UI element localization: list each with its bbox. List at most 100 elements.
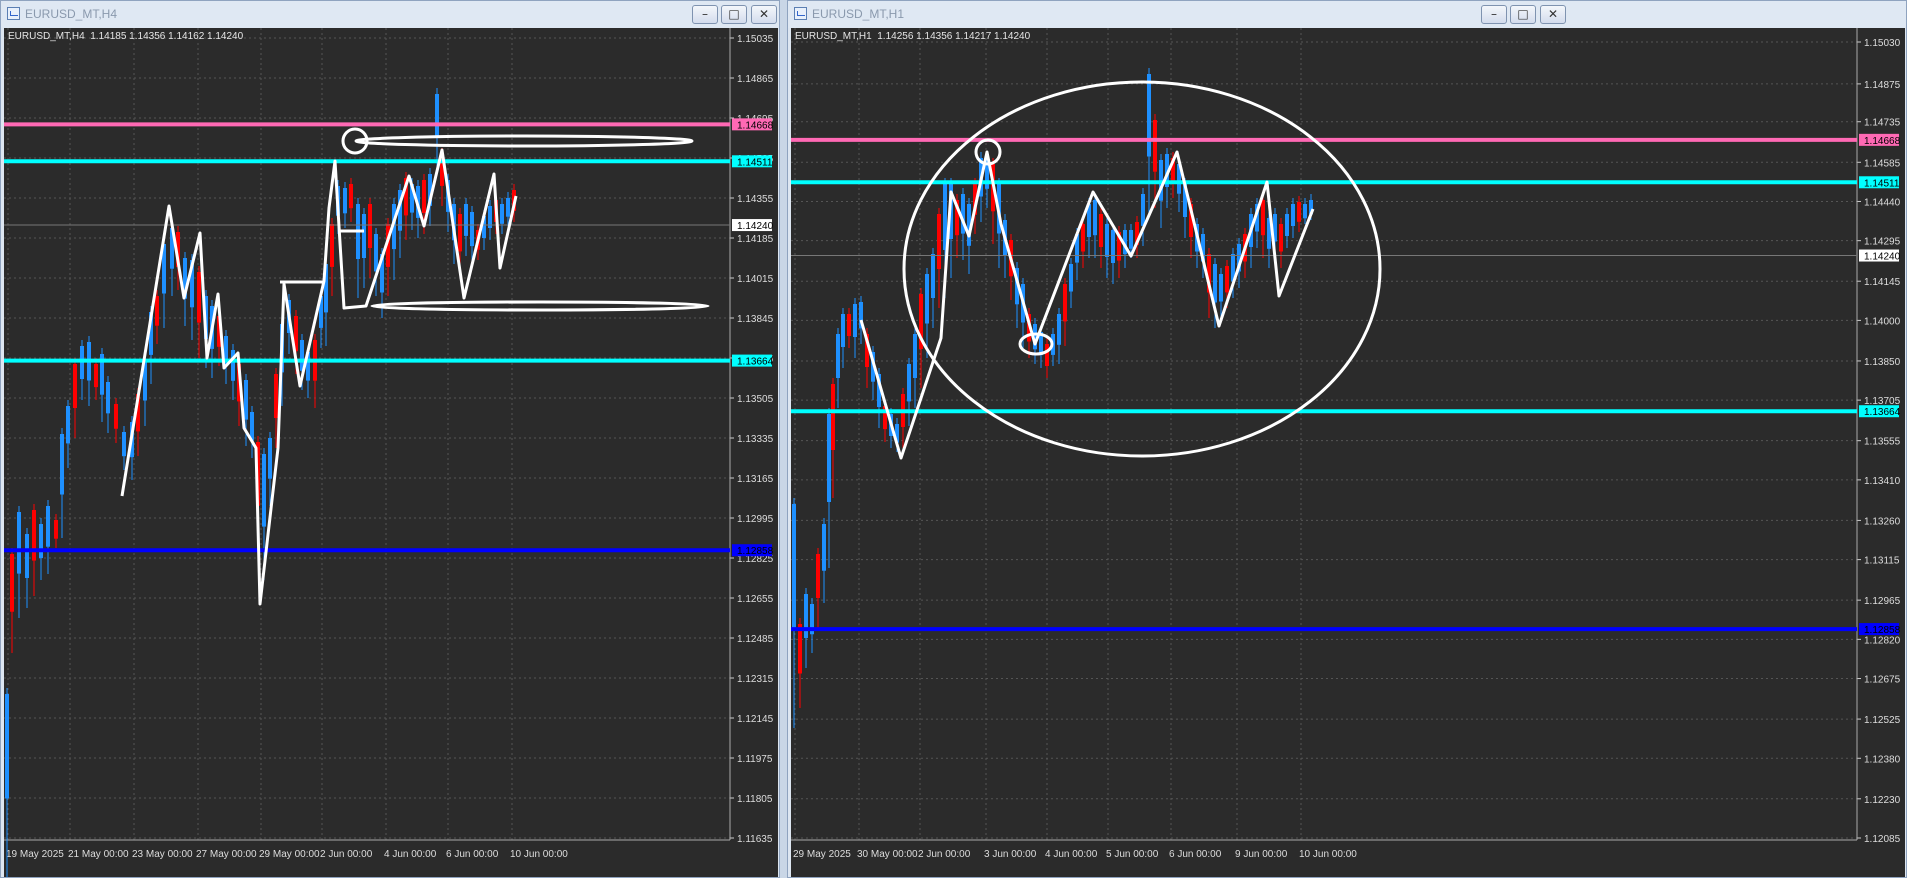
candle-body bbox=[792, 504, 796, 631]
candle-body bbox=[1111, 230, 1115, 263]
time-tick-label: 19 May 2025 bbox=[6, 849, 64, 860]
candle-body bbox=[155, 296, 159, 326]
candle-body bbox=[847, 314, 851, 336]
price-tick-label: 1.12485 bbox=[737, 634, 774, 645]
price-tick-label: 1.11975 bbox=[737, 754, 773, 765]
ellipse-drawing bbox=[354, 134, 694, 148]
candle-body bbox=[66, 406, 70, 444]
minimize-button[interactable]: – bbox=[1481, 5, 1507, 24]
candle-body bbox=[1153, 120, 1157, 172]
candle-body bbox=[262, 454, 266, 527]
level-price-label: 1.14511 bbox=[1864, 178, 1900, 189]
title-bar[interactable]: EURUSD_MT,H1 – □ ✕ bbox=[788, 1, 1906, 28]
price-tick-label: 1.12525 bbox=[1864, 715, 1901, 726]
maximize-button[interactable]: □ bbox=[1510, 5, 1536, 24]
candle-body bbox=[1081, 224, 1085, 252]
ellipse-drawing bbox=[370, 300, 710, 312]
time-tick-label: 10 Jun 00:00 bbox=[1299, 849, 1357, 860]
level-price-label: 1.13664 bbox=[1864, 407, 1901, 418]
candle-body bbox=[1063, 284, 1067, 322]
candle-body bbox=[422, 180, 426, 213]
candle-body bbox=[1057, 314, 1061, 345]
candle-body bbox=[39, 524, 43, 559]
candle-body bbox=[836, 334, 840, 378]
price-tick-label: 1.11805 bbox=[737, 794, 773, 805]
candle-body bbox=[362, 214, 366, 258]
candle-body bbox=[827, 414, 831, 502]
time-tick-label: 29 May 2025 bbox=[793, 849, 851, 860]
current-price-label: 1.14240 bbox=[1864, 252, 1901, 263]
price-tick-label: 1.13260 bbox=[1864, 516, 1901, 527]
level-price-label: 1.12858 bbox=[1864, 625, 1901, 636]
candle-body bbox=[374, 234, 378, 272]
candle-body bbox=[10, 554, 14, 612]
time-tick-label: 6 Jun 00:00 bbox=[1169, 849, 1222, 860]
price-tick-label: 1.14585 bbox=[1864, 158, 1901, 169]
close-button[interactable]: ✕ bbox=[1540, 5, 1566, 24]
candle-body bbox=[244, 380, 248, 420]
candle-body bbox=[114, 404, 118, 429]
candle-body bbox=[1219, 274, 1223, 302]
candle-body bbox=[925, 274, 929, 324]
candle-body bbox=[343, 188, 347, 214]
candle-body bbox=[17, 512, 21, 574]
candle-body bbox=[1093, 200, 1097, 236]
chart-canvas[interactable]: 1.150351.148651.146951.145251.143551.141… bbox=[4, 28, 778, 877]
price-tick-label: 1.12145 bbox=[737, 714, 774, 725]
candle-body bbox=[1303, 204, 1307, 219]
chart-window-h1[interactable]: EURUSD_MT,H1 – □ ✕ 1.15030 1.14875 1.14735… bbox=[787, 0, 1907, 878]
candle-body bbox=[1147, 74, 1151, 157]
price-tick-label: 1.13410 bbox=[1864, 476, 1901, 487]
candle-body bbox=[231, 350, 235, 381]
price-tick-label: 1.13335 bbox=[737, 434, 774, 445]
level-price-label: 1.14668 bbox=[737, 120, 774, 131]
candle-body bbox=[1105, 224, 1109, 257]
candle-body bbox=[1045, 344, 1049, 366]
maximize-button[interactable]: □ bbox=[721, 5, 747, 24]
minimize-button[interactable]: – bbox=[692, 5, 718, 24]
candle-body bbox=[349, 184, 353, 209]
minimize-icon: – bbox=[702, 7, 708, 21]
time-tick-label: 27 May 00:00 bbox=[196, 849, 257, 860]
candle-body bbox=[1291, 204, 1295, 226]
level-price-label: 1.12858 bbox=[737, 546, 774, 557]
close-icon: ✕ bbox=[1547, 7, 1559, 21]
price-tick-label: 1.13115 bbox=[1864, 556, 1900, 567]
candle-body bbox=[470, 212, 474, 247]
time-tick-label: 9 Jun 00:00 bbox=[1235, 849, 1288, 860]
chart-window-h4[interactable]: EURUSD_MT,H4 – □ ✕ 1.150351.148651.14695… bbox=[0, 0, 780, 878]
price-tick-label: 1.11635 bbox=[737, 834, 773, 845]
candle-body bbox=[907, 364, 911, 402]
close-button[interactable]: ✕ bbox=[751, 5, 777, 24]
candle-body bbox=[1129, 230, 1133, 249]
time-tick-label: 5 Jun 00:00 bbox=[1106, 849, 1159, 860]
candle-body bbox=[822, 524, 826, 571]
maximize-icon: □ bbox=[1517, 7, 1529, 21]
candle-body bbox=[46, 506, 50, 547]
candle-body bbox=[25, 534, 29, 578]
price-tick-label: 1.15030 bbox=[1864, 38, 1901, 49]
candle-body bbox=[435, 94, 439, 138]
chart-window-icon bbox=[794, 7, 807, 20]
time-tick-label: 2 Jun 00:00 bbox=[320, 849, 373, 860]
price-tick-label: 1.13845 bbox=[737, 314, 774, 325]
zigzag-drawing bbox=[120, 148, 518, 606]
price-chart[interactable]: 1.15030 1.14875 1.14735 1.14585 1.14440 1.142… bbox=[791, 28, 1905, 877]
window-title: EURUSD_MT,H4 bbox=[25, 7, 118, 21]
price-chart[interactable]: 1.150351.148651.146951.145251.143551.141… bbox=[4, 28, 778, 877]
price-tick-label: 1.15035 bbox=[737, 34, 774, 45]
title-bar[interactable]: EURUSD_MT,H4 – □ ✕ bbox=[1, 1, 779, 28]
candle-body bbox=[106, 382, 110, 414]
time-tick-label: 4 Jun 00:00 bbox=[1045, 849, 1098, 860]
chart-window-icon bbox=[7, 7, 20, 20]
price-tick-label: 1.14185 bbox=[737, 234, 774, 245]
ohlc-values: 1.14185 1.14356 1.14162 1.14240 bbox=[90, 31, 244, 42]
price-tick-label: 1.12820 bbox=[1864, 635, 1901, 646]
price-tick-label: 1.12230 bbox=[1864, 795, 1901, 806]
candle-body bbox=[73, 364, 77, 408]
candle-body bbox=[1213, 264, 1217, 303]
price-tick-label: 1.14015 bbox=[737, 274, 774, 285]
chart-canvas[interactable]: 1.15030 1.14875 1.14735 1.14585 1.14440 1.142… bbox=[791, 28, 1905, 877]
time-tick-label: 23 May 00:00 bbox=[132, 849, 193, 860]
candle-body bbox=[330, 224, 334, 267]
